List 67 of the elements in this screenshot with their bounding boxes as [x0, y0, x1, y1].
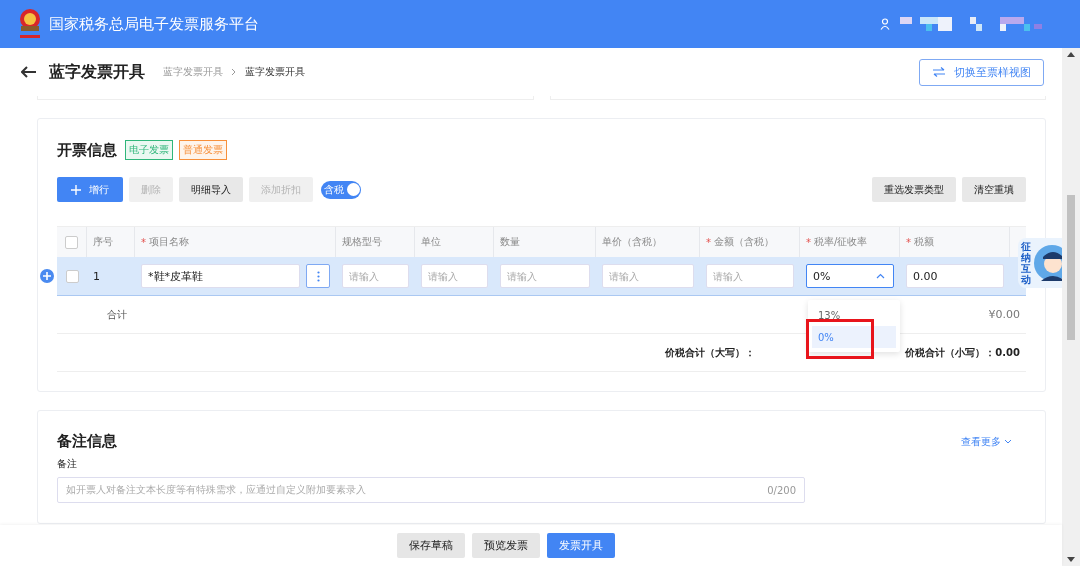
- input-field[interactable]: 请输入: [342, 264, 409, 288]
- footer-button[interactable]: 保存草稿: [397, 533, 465, 558]
- required-mark: *: [706, 236, 711, 248]
- scrollbar[interactable]: [1062, 48, 1080, 566]
- column-header: 金额（含税）: [714, 235, 774, 249]
- row-checkbox[interactable]: [65, 269, 79, 283]
- column-header: 规格型号: [342, 235, 382, 249]
- tax-rate-select[interactable]: 0%: [806, 264, 894, 288]
- required-mark: *: [141, 236, 146, 248]
- remarks-field[interactable]: 如开票人对备注文本长度等有特殊需求，应通过自定义附加要素录入 0/200: [57, 477, 805, 503]
- scroll-thumb[interactable]: [1067, 195, 1075, 340]
- more-button[interactable]: [306, 264, 330, 288]
- column-header: 单位: [421, 235, 441, 249]
- column-header: 税率/征收率: [814, 235, 868, 249]
- action-button[interactable]: 重选发票类型: [872, 177, 956, 202]
- input-field[interactable]: 请输入: [706, 264, 794, 288]
- user-icon[interactable]: [880, 18, 890, 30]
- column-header: 序号: [93, 235, 113, 249]
- tax-amount-field[interactable]: 0.00: [906, 264, 1004, 288]
- input-field[interactable]: 请输入: [421, 264, 488, 288]
- footer-button[interactable]: 发票开具: [547, 533, 615, 558]
- chevron-icon: [231, 68, 237, 76]
- dropdown-option[interactable]: 0%: [812, 326, 896, 348]
- required-mark: *: [806, 236, 811, 248]
- section-title: 开票信息: [57, 140, 117, 160]
- tax-toggle[interactable]: 含税: [321, 180, 361, 199]
- section-title: 备注信息: [57, 432, 117, 451]
- column-header: 数量: [500, 235, 520, 249]
- switch-view-button[interactable]: 切换至票样视图: [919, 58, 1044, 86]
- footer-button[interactable]: 预览发票: [472, 533, 540, 558]
- highlight-frame: [806, 319, 874, 359]
- add-row-icon[interactable]: [40, 269, 54, 283]
- plus-icon: [71, 184, 81, 195]
- caret-icon: [876, 273, 885, 279]
- total-amount: ¥0.00: [988, 308, 1020, 321]
- back-arrow-icon[interactable]: [21, 66, 37, 78]
- total-in-figures: 价税合计（小写）：0.00: [905, 345, 1020, 360]
- site-title: 国家税务总局电子发票服务平台: [49, 14, 259, 34]
- breadcrumb-link[interactable]: 蓝字发票开具: [163, 65, 223, 79]
- invoice-tag: 普通发票: [179, 140, 227, 160]
- column-header: 税额: [914, 235, 934, 249]
- total-label: 合计: [107, 307, 127, 322]
- input-field[interactable]: 请输入: [602, 264, 694, 288]
- column-header: 单价（含税）: [602, 235, 662, 249]
- view-more-link[interactable]: 查看更多: [961, 434, 1001, 449]
- breadcrumb-link[interactable]: 蓝字发票开具: [245, 65, 305, 79]
- toolbar-button[interactable]: 明细导入: [179, 177, 243, 202]
- required-mark: *: [906, 236, 911, 248]
- toolbar-button[interactable]: 增行: [57, 177, 123, 202]
- chevron-down-icon: [1004, 439, 1012, 444]
- invoice-tag: 电子发票: [125, 140, 173, 160]
- input-field[interactable]: 请输入: [500, 264, 590, 288]
- vertical-dots-icon: [316, 270, 320, 282]
- page-title: 蓝字发票开具: [49, 61, 145, 83]
- swap-arrows-icon: [932, 67, 946, 77]
- emblem-icon: [17, 7, 43, 41]
- action-button[interactable]: 清空重填: [962, 177, 1026, 202]
- total-in-words-label: 价税合计（大写）：: [665, 345, 756, 360]
- field-label: 备注: [57, 457, 78, 471]
- column-header: 项目名称: [149, 235, 189, 249]
- dropdown-option[interactable]: 13%: [812, 304, 896, 326]
- assistant-mascot-drawing[interactable]: 征纳互动: [1018, 238, 1062, 288]
- scroll-up-icon[interactable]: [1067, 52, 1075, 57]
- item-name-field[interactable]: *鞋*皮革鞋: [141, 264, 300, 288]
- scroll-down-icon[interactable]: [1067, 557, 1075, 562]
- select-all-checkbox[interactable]: [65, 235, 78, 249]
- row-number: 1: [93, 269, 100, 283]
